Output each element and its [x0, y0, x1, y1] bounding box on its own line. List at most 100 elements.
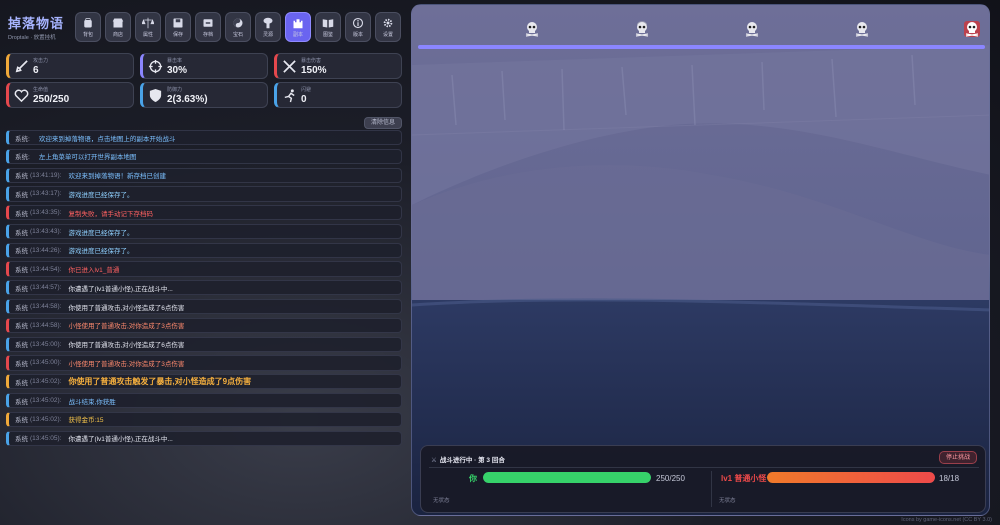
stat-label: 防御力: [167, 86, 183, 93]
icon-credit: Icons by game-icons.net (CC BY 3.0): [901, 517, 992, 523]
log-source: 系统:: [15, 135, 30, 143]
enemy-name: lv1 普通小怪: [721, 474, 767, 483]
left-panel: 掉落物语 Droptale · 放置挂机 背包 商店 属性 保存 存档 宝石 灵源 副本 图鉴 版…: [6, 6, 402, 519]
log-entry: 系统 (13:43:35): 复制失败，请手动记下存档码: [6, 205, 402, 221]
swords-icon: ⚔: [431, 457, 437, 464]
log-source: 系统: [15, 360, 28, 368]
nav-button-label: 图鉴: [322, 31, 333, 38]
player-hp-fill: [483, 472, 651, 483]
log-source: 系统: [15, 210, 28, 218]
side-divider: [711, 471, 712, 507]
log-entry: 系统 (13:41:19): 欢迎来到掉落物语！新存档已创建: [6, 167, 402, 183]
nav-button-4[interactable]: 存档: [195, 12, 221, 42]
crosshair-icon: [148, 59, 162, 73]
battle-area: ⚔ 战斗进行中 · 第 3 回合 停止挑战 你 250/250 无状态 lv1 普…: [411, 4, 990, 516]
log-message: 左上角菜单可以打开世界副本地图: [38, 154, 137, 162]
log-source: 系统: [15, 304, 28, 312]
dungeon-castle-icon: [293, 18, 303, 28]
log-message: 你遭遇了(lv1普通小怪),正在战斗中...: [68, 285, 173, 293]
log-source: 系统: [15, 267, 28, 275]
dungeon-progress-track: [418, 45, 985, 49]
log-time: (13:45:00):: [30, 340, 62, 348]
skull-icon: [855, 22, 869, 37]
log-entry: 系统 (13:45:00): 小怪使用了普通攻击,对你造成了3点伤害: [6, 355, 402, 371]
log-message: 你使用了普通攻击触发了暴击,对小怪造成了9点伤害: [68, 377, 252, 387]
stat-value: 0: [301, 93, 307, 105]
stat-card-5: 闪避 0: [274, 82, 402, 108]
stat-value: 30%: [167, 64, 188, 76]
nav-button-5[interactable]: 宝石: [225, 12, 251, 42]
log-message: 欢迎来到掉落物语，点击地图上的副本开始战斗: [38, 135, 176, 143]
log-entry: 系统 (13:44:58): 小怪使用了普通攻击,对你造成了3点伤害: [6, 317, 402, 333]
log-message: 小怪使用了普通攻击,对你造成了3点伤害: [68, 323, 185, 331]
stat-card-4: 防御力 2(3.63%): [140, 82, 268, 108]
log-time: (13:44:58):: [30, 303, 62, 311]
log-source: 系统: [15, 379, 28, 387]
stat-value: 150%: [301, 64, 327, 76]
nav-button-7[interactable]: 副本: [285, 12, 311, 42]
log-time: (13:43:35):: [30, 209, 62, 217]
log-message: 小怪使用了普通攻击,对你造成了3点伤害: [68, 360, 185, 368]
shop-icon: [112, 18, 124, 27]
player-hp-bar: [483, 472, 651, 483]
log-source: 系统:: [15, 154, 30, 162]
enemy-hp-fill: [767, 472, 935, 483]
log-time: (13:44:57):: [30, 284, 62, 292]
nav-button-6[interactable]: 灵源: [255, 12, 281, 42]
log-source: 系统: [15, 248, 28, 256]
stop-challenge-button[interactable]: 停止挑战: [938, 451, 977, 464]
log-message: 获得金币:15: [68, 417, 104, 425]
battle-header: ⚔ 战斗进行中 · 第 3 回合: [431, 454, 505, 464]
archive-icon: [203, 18, 213, 27]
log-source: 系统: [15, 323, 28, 331]
clear-log-button[interactable]: 清除信息: [363, 117, 402, 129]
log-entry: 系统: 左上角菜单可以打开世界副本地图: [6, 148, 402, 164]
log-entry: 系统: 欢迎来到掉落物语，点击地图上的副本开始战斗: [6, 130, 402, 146]
top-menu: 掉落物语 Droptale · 放置挂机 背包 商店 属性 保存 存档 宝石 灵源 副本 图鉴 版…: [6, 6, 402, 48]
boss-skull-icon: [964, 21, 980, 37]
log-entry: 系统 (13:45:00): 你使用了普通攻击,对小怪造成了6点伤害: [6, 336, 402, 352]
log-message: 游戏进度已经保存了。: [68, 248, 134, 256]
nav-button-9[interactable]: 版本: [345, 12, 371, 42]
log-message: 复制失败，请手动记下存档码: [68, 210, 153, 218]
nav-button-0[interactable]: 背包: [75, 12, 101, 42]
log-message: 游戏进度已经保存了。: [68, 191, 134, 199]
brand-title: 掉落物语: [8, 16, 65, 31]
nav-button-label: 灵源: [262, 31, 273, 38]
helmeted-skull-icon: [635, 21, 649, 37]
nav-bar: 背包 商店 属性 保存 存档 宝石 灵源 副本 图鉴 版本 设置: [75, 12, 401, 42]
enemy-hp-bar: [767, 472, 935, 483]
battle-panel: ⚔ 战斗进行中 · 第 3 回合 停止挑战 你 250/250 无状态 lv1 普…: [420, 445, 986, 513]
stat-label: 攻击力: [33, 57, 49, 64]
log-time: (13:45:00):: [30, 359, 62, 367]
stat-label: 暴击率: [167, 57, 183, 64]
log-source: 系统: [15, 173, 28, 181]
skull-icon: [745, 22, 759, 37]
log-source: 系统: [15, 342, 28, 350]
nav-button-2[interactable]: 属性: [135, 12, 161, 42]
nav-button-3[interactable]: 保存: [165, 12, 191, 42]
log-time: (13:45:02):: [30, 378, 62, 386]
nav-button-10[interactable]: 设置: [375, 12, 401, 42]
stat-card-2: 暴击伤害 150%: [274, 53, 402, 79]
enemy-status: 无状态: [719, 498, 736, 504]
log-source: 系统: [15, 398, 28, 406]
stat-value: 250/250: [33, 93, 70, 105]
info-icon: [352, 17, 364, 28]
backpack-icon: [84, 17, 92, 27]
log-message: 欢迎来到掉落物语！新存档已创建: [68, 173, 166, 181]
shield-icon: [149, 88, 161, 102]
panel-divider: [429, 467, 979, 468]
log-entry: 系统 (13:44:57): 你遭遇了(lv1普通小怪),正在战斗中...: [6, 280, 402, 296]
nav-button-1[interactable]: 商店: [105, 12, 131, 42]
attributes-icon: [142, 17, 154, 28]
nav-button-label: 存档: [202, 31, 213, 38]
brand: 掉落物语 Droptale · 放置挂机: [6, 13, 72, 41]
running-icon: [284, 88, 295, 102]
mushroom-cloud-icon: [263, 17, 273, 28]
log-entry: 系统 (13:45:02): 你使用了普通攻击触发了暴击,对小怪造成了9点伤害: [6, 374, 402, 390]
log-time: (13:44:58):: [30, 321, 62, 329]
nav-button-8[interactable]: 图鉴: [315, 12, 341, 42]
book-icon: [322, 18, 334, 27]
gear-icon: [383, 18, 393, 27]
